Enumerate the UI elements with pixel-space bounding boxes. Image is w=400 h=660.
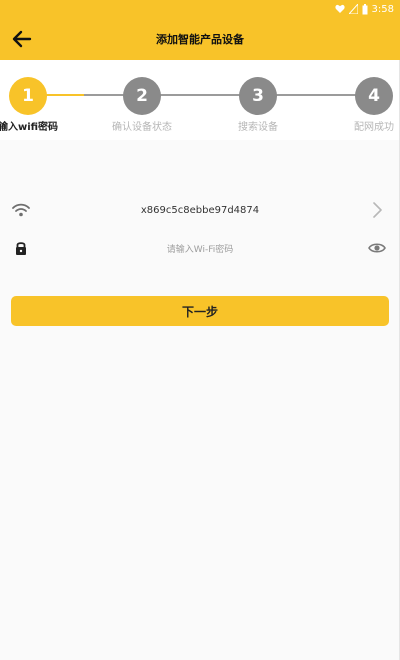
wifi-ssid-value: x869c5c8ebbe97d4874	[140, 204, 260, 216]
chevron-right-icon[interactable]	[368, 201, 386, 219]
step-3-circle: 3	[239, 77, 277, 115]
battery-icon	[362, 3, 368, 14]
next-step-button[interactable]: 下一步	[11, 296, 389, 326]
heart-icon	[334, 4, 345, 13]
step-2-label: 确认设备状态	[112, 122, 172, 133]
step-1-label: 输入wifi密码	[0, 122, 59, 133]
status-icons: 3:58	[334, 2, 394, 16]
step-1-circle: 1	[9, 77, 47, 115]
wifi-password-input[interactable]: 请输入Wi-Fi密码	[0, 230, 400, 266]
signal-icon	[348, 4, 358, 14]
app-bar: 添加智能产品设备	[0, 18, 400, 60]
form-area: x869c5c8ebbe97d4874 请输入Wi-Fi密码 下一步	[0, 140, 400, 660]
wifi-password-row[interactable]: 请输入Wi-Fi密码	[0, 230, 400, 266]
arrow-left-icon[interactable]	[10, 27, 34, 51]
status-time: 3:58	[371, 3, 394, 15]
page-title: 添加智能产品设备	[156, 33, 244, 46]
status-bar: 3:58	[0, 0, 400, 18]
step-4-label: 配网成功	[354, 122, 394, 133]
stepper: 1 输入wifi密码 2 确认设备状态 3 搜索设备 4 配网成功	[0, 60, 400, 140]
wifi-ssid-row[interactable]: x869c5c8ebbe97d4874	[0, 192, 400, 228]
step-4-circle: 4	[355, 77, 393, 115]
step-2-circle: 2	[123, 77, 161, 115]
eye-icon[interactable]	[368, 239, 386, 257]
step-3-label: 搜索设备	[238, 122, 278, 133]
